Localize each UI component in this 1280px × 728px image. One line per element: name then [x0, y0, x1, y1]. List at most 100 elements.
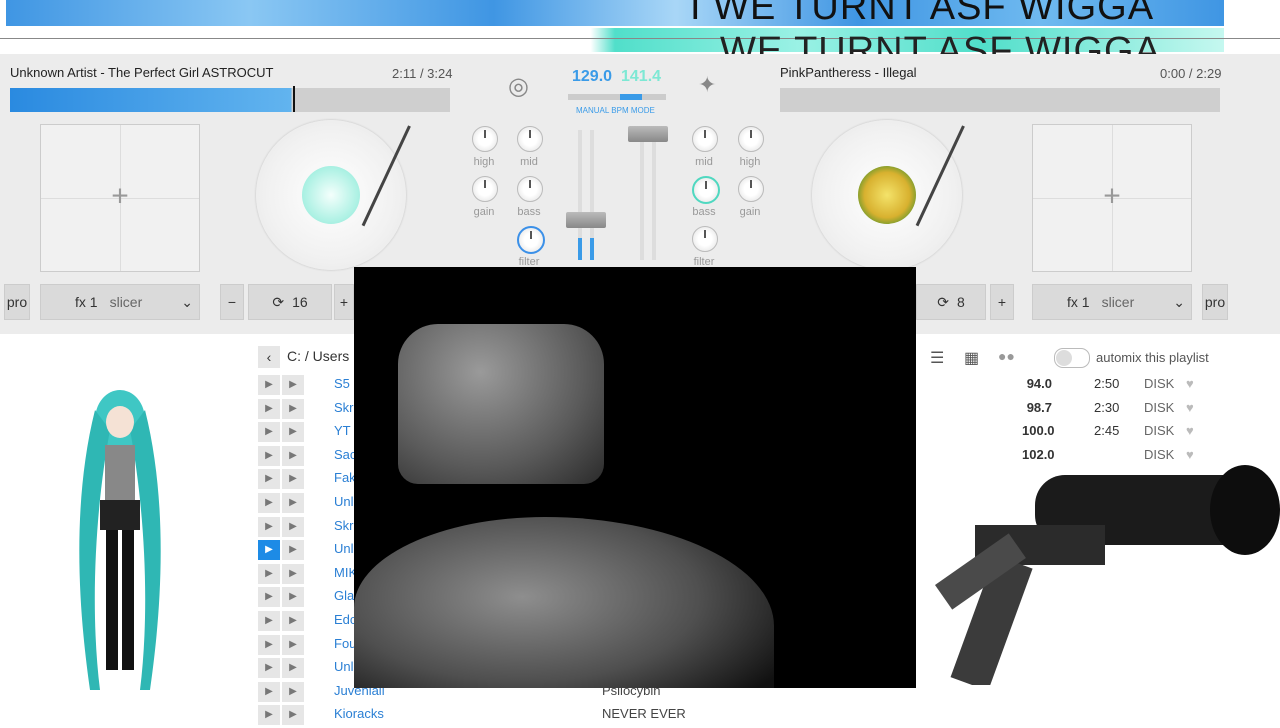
play-left-icon[interactable]: ▶ [258, 375, 280, 395]
left-turntable[interactable] [256, 120, 406, 270]
right-high-knob[interactable] [738, 126, 764, 152]
play-right-icon[interactable]: ▶ [282, 445, 304, 466]
row-play-buttons: ▶ ▶ [258, 634, 306, 655]
left-xy-pad[interactable]: + [40, 124, 200, 272]
overview-waveform[interactable]: I WE TURNT ASF WIGGA WE TURNT ASF WIGGA [0, 0, 1280, 54]
lyric-line-2: WE TURNT ASF WIGGA [720, 30, 1161, 54]
heart-icon[interactable]: ♥ [1186, 400, 1194, 415]
play-right-icon[interactable]: ▶ [282, 611, 304, 631]
play-left-icon[interactable]: ▶ [258, 493, 280, 513]
left-high-knob[interactable] [472, 126, 498, 152]
left-filter-knob[interactable] [517, 226, 545, 254]
back-icon[interactable]: ‹ [258, 346, 280, 368]
knob-label: high [473, 156, 495, 168]
left-fx-select[interactable]: fx 1 slicer ⌄ [40, 284, 200, 320]
heart-icon[interactable]: ♥ [1186, 376, 1194, 391]
right-fx-select[interactable]: fx 1 slicer ⌄ [1032, 284, 1192, 320]
right-turntable[interactable] [812, 120, 962, 270]
left-mini-waveform[interactable] [10, 88, 450, 112]
play-left-icon[interactable]: ▶ [258, 398, 280, 419]
left-level-meter [578, 238, 582, 260]
play-right-icon[interactable]: ▶ [282, 493, 304, 513]
row-artist[interactable]: Skr [334, 400, 354, 415]
left-volume-fader[interactable] [566, 212, 606, 228]
play-left-icon[interactable]: ▶ [258, 422, 280, 443]
fx-label: fx 1 [75, 294, 98, 310]
right-pro-button[interactable]: pro [1202, 284, 1228, 320]
play-right-icon[interactable]: ▶ [282, 634, 304, 655]
left-bass-knob[interactable] [517, 176, 543, 202]
users-icon[interactable]: ●● [998, 348, 1015, 364]
play-right-icon[interactable]: ▶ [282, 422, 304, 443]
play-right-icon[interactable]: ▶ [282, 705, 304, 726]
row-artist[interactable]: Fak [334, 470, 356, 485]
automix-toggle[interactable] [1054, 348, 1090, 368]
play-left-icon[interactable]: ▶ [258, 445, 280, 466]
play-left-icon[interactable]: ▶ [258, 611, 280, 631]
play-right-icon[interactable]: ▶ [282, 540, 304, 561]
play-left-icon[interactable]: ▶ [258, 634, 280, 655]
right-volume-fader[interactable] [628, 126, 668, 142]
fx-effect: slicer [109, 294, 143, 310]
row-artist[interactable]: Unl [334, 541, 354, 556]
row-play-buttons: ▶ ▶ [258, 398, 306, 419]
row-play-buttons: ▶ ▶ [258, 563, 306, 584]
chevron-down-icon: ⌄ [1173, 293, 1185, 310]
list-view-icon[interactable]: ☰ [930, 348, 944, 368]
left-loop-minus[interactable]: − [220, 284, 244, 320]
row-bpm: 94.0 [1026, 376, 1052, 391]
play-right-icon[interactable]: ▶ [282, 563, 304, 584]
play-left-icon[interactable]: ▶ [258, 516, 280, 537]
right-loop[interactable]: ⟳ 8 [916, 284, 986, 320]
right-track-title: PinkPantheress - Illegal [780, 65, 917, 80]
breadcrumb[interactable]: C: / Users [287, 348, 349, 364]
left-mid-knob[interactable] [517, 126, 543, 152]
play-left-icon[interactable]: ▶ [258, 587, 280, 608]
party-icon[interactable]: ✦ [698, 72, 716, 98]
row-play-buttons: ▶ ▶ [258, 421, 306, 443]
play-right-icon[interactable]: ▶ [282, 469, 304, 490]
play-left-icon[interactable]: ▶ [258, 563, 280, 584]
right-loop-plus[interactable]: + [990, 284, 1014, 320]
right-xy-pad[interactable]: + [1032, 124, 1192, 272]
play-right-icon[interactable]: ▶ [282, 587, 304, 608]
row-artist[interactable]: YT [334, 423, 351, 438]
helmet-image [398, 324, 604, 484]
play-left-icon[interactable]: ▶ [258, 540, 280, 561]
row-title[interactable]: NEVER EVER [602, 706, 686, 721]
grid-view-icon[interactable]: ▦ [964, 348, 979, 368]
play-right-icon[interactable]: ▶ [282, 375, 304, 395]
play-left-icon[interactable]: ▶ [258, 681, 280, 702]
row-artist[interactable]: Skr [334, 518, 354, 533]
row-artist[interactable]: Unl [334, 659, 354, 674]
play-right-icon[interactable]: ▶ [282, 681, 304, 702]
play-left-icon[interactable]: ▶ [258, 705, 280, 726]
play-right-icon[interactable]: ▶ [282, 516, 304, 537]
right-mid-knob[interactable] [692, 126, 718, 152]
table-row[interactable]: ▶ ▶ Kioracks NEVER EVER [258, 704, 1158, 728]
loop-icon: ⟳ [272, 293, 285, 310]
left-gain-knob[interactable] [472, 176, 498, 202]
globe-icon[interactable]: ◎ [508, 72, 529, 101]
row-artist[interactable]: S5 [334, 376, 350, 391]
row-artist[interactable]: Gla [334, 588, 354, 603]
row-play-buttons: ▶ ▶ [258, 374, 306, 395]
fur-image [354, 517, 774, 688]
right-mini-waveform[interactable] [780, 88, 1220, 112]
row-play-buttons: ▶ ▶ [258, 539, 306, 561]
play-left-icon[interactable]: ▶ [258, 469, 280, 490]
row-artist[interactable]: Kioracks [334, 706, 384, 721]
play-right-icon[interactable]: ▶ [282, 398, 304, 419]
row-play-buttons: ▶ ▶ [258, 610, 306, 631]
right-filter-knob[interactable] [692, 226, 718, 252]
play-right-icon[interactable]: ▶ [282, 658, 304, 679]
row-artist[interactable]: Unl [334, 494, 354, 509]
left-loop[interactable]: ⟳ 16 [248, 284, 332, 320]
right-gain-knob[interactable] [738, 176, 764, 202]
left-pro-button[interactable]: pro [4, 284, 30, 320]
right-bass-knob[interactable] [692, 176, 720, 204]
left-loop-plus[interactable]: + [334, 284, 354, 320]
play-left-icon[interactable]: ▶ [258, 658, 280, 679]
loop-value: 16 [292, 294, 308, 310]
left-track-title: Unknown Artist - The Perfect Girl ASTROC… [10, 65, 274, 80]
